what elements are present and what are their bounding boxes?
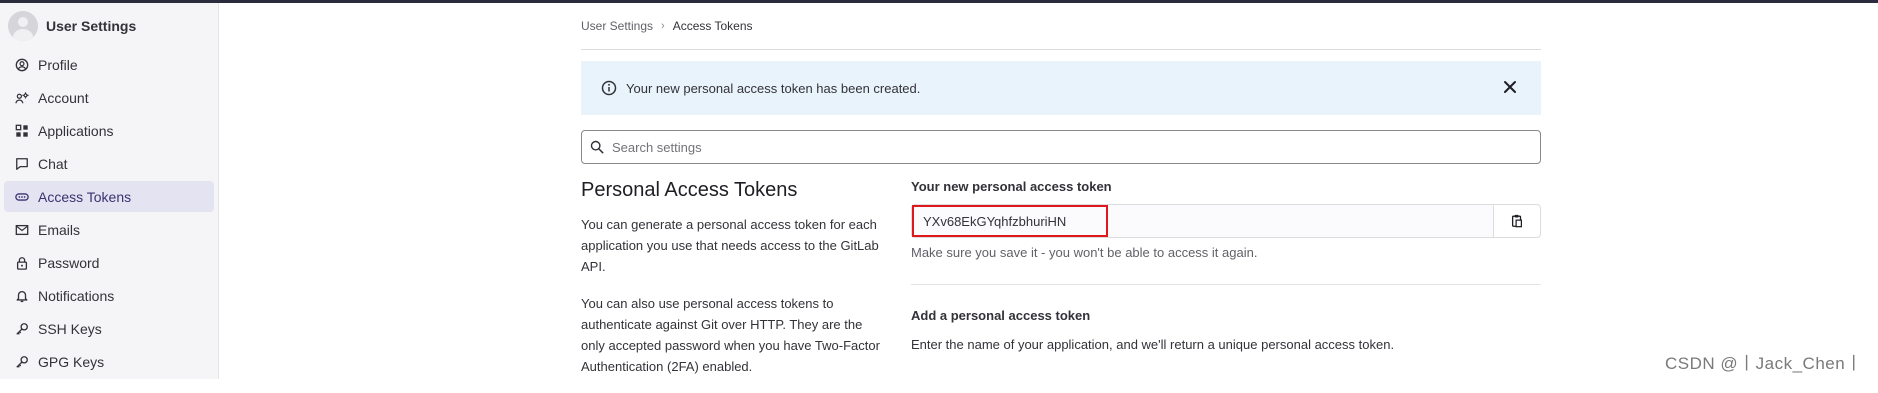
bell-icon xyxy=(15,289,29,303)
token-panel: Your new personal access token YXv68EkGY… xyxy=(911,179,1541,352)
sidebar-item-emails[interactable]: Emails xyxy=(4,214,214,245)
sidebar-item-gpg-keys[interactable]: GPG Keys xyxy=(4,346,214,377)
sidebar-item-label: Notifications xyxy=(38,287,115,304)
section-title: Personal Access Tokens xyxy=(581,179,798,201)
sidebar-item-label: Emails xyxy=(38,221,81,238)
sidebar-title: User Settings xyxy=(46,18,137,34)
sidebar-item-chat[interactable]: Chat xyxy=(4,148,214,179)
sidebar-item-access-tokens[interactable]: Access Tokens xyxy=(4,181,214,212)
sidebar-item-label: Account xyxy=(38,89,89,106)
sidebar-item-label: SSH Keys xyxy=(38,320,102,337)
info-icon xyxy=(601,80,617,96)
clipboard-icon xyxy=(1511,214,1522,228)
close-icon[interactable] xyxy=(1503,80,1517,94)
search-icon xyxy=(590,140,604,154)
section-info: Personal Access Tokens You can generate … xyxy=(581,179,881,393)
sidebar: User Settings Profile Account Applicatio… xyxy=(0,3,219,379)
sidebar-item-account[interactable]: Account xyxy=(4,82,214,113)
sidebar-item-notifications[interactable]: Notifications xyxy=(4,280,214,311)
avatar[interactable] xyxy=(8,11,38,41)
breadcrumb-parent-link[interactable]: User Settings xyxy=(581,19,653,33)
section-description-2fa: You can also use personal access tokens … xyxy=(581,296,880,374)
key-icon xyxy=(15,322,29,336)
sidebar-item-ssh-keys[interactable]: SSH Keys xyxy=(4,313,214,344)
lock-icon xyxy=(15,256,29,270)
sidebar-item-label: Applications xyxy=(38,122,114,139)
token-help-text: Make sure you save it - you won't be abl… xyxy=(911,245,1258,260)
chat-icon xyxy=(15,157,29,171)
add-token-title: Add a personal access token xyxy=(911,308,1091,323)
sidebar-header[interactable]: User Settings xyxy=(0,3,218,49)
key-icon xyxy=(15,355,29,369)
new-token-label: Your new personal access token xyxy=(911,179,1112,194)
search-input[interactable] xyxy=(610,138,1514,156)
divider xyxy=(911,284,1541,285)
sidebar-item-label: Chat xyxy=(38,155,68,172)
sidebar-item-label: Access Tokens xyxy=(38,188,132,205)
alert-message: Your new personal access token has been … xyxy=(626,80,921,96)
account-icon xyxy=(15,91,29,105)
success-alert: Your new personal access token has been … xyxy=(581,61,1541,115)
add-token-description: Enter the name of your application, and … xyxy=(911,337,1395,352)
sidebar-item-label: GPG Keys xyxy=(38,353,105,370)
applications-icon xyxy=(15,124,29,138)
copy-token-button[interactable] xyxy=(1493,205,1540,237)
token-value-field[interactable]: YXv68EkGYqhfzbhuriHN xyxy=(912,205,1108,237)
watermark: CSDN @丨Jack_Chen丨 xyxy=(1665,354,1863,373)
breadcrumb: User Settings › Access Tokens xyxy=(581,3,1541,50)
breadcrumb-current: Access Tokens xyxy=(672,19,753,33)
sidebar-item-profile[interactable]: Profile xyxy=(4,49,214,80)
breadcrumb-separator-icon: › xyxy=(661,20,665,32)
mail-icon xyxy=(15,223,29,237)
profile-icon xyxy=(15,58,29,72)
sidebar-item-applications[interactable]: Applications xyxy=(4,115,214,146)
sidebar-item-password[interactable]: Password xyxy=(4,247,214,278)
main-content: User Settings › Access Tokens Your new p… xyxy=(581,3,1541,374)
section-description: You can generate a personal access token… xyxy=(581,217,879,274)
token-icon xyxy=(15,190,29,204)
token-field: YXv68EkGYqhfzbhuriHN xyxy=(911,204,1541,238)
sidebar-item-label: Password xyxy=(38,254,100,271)
sidebar-item-label: Profile xyxy=(38,56,78,73)
search-settings xyxy=(581,130,1541,164)
